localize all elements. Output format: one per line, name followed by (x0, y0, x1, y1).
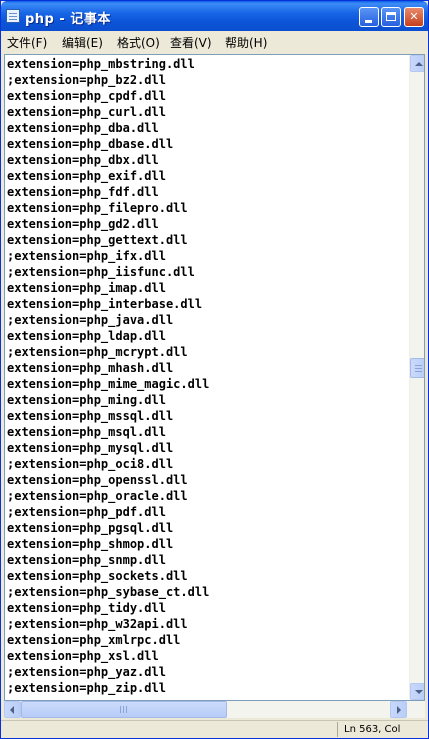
text-line[interactable]: extension=php_xsl.dll (7, 648, 209, 664)
text-line[interactable]: extension=php_gettext.dll (7, 232, 209, 248)
text-line[interactable]: extension=php_sockets.dll (7, 568, 209, 584)
text-line[interactable]: extension=php_shmop.dll (7, 536, 209, 552)
text-line[interactable]: extension=php_cpdf.dll (7, 88, 209, 104)
text-line[interactable]: extension=php_interbase.dll (7, 296, 209, 312)
text-line[interactable]: ;extension=php_sybase_ct.dll (7, 584, 209, 600)
close-icon: ✕ (409, 10, 419, 23)
close-button[interactable]: ✕ (404, 7, 424, 27)
grip-line (415, 371, 422, 372)
title-bar[interactable]: php - 记事本 ✕ (1, 1, 428, 31)
arrow-left-icon (10, 706, 14, 714)
text-line[interactable]: ;extension=php_mcrypt.dll (7, 344, 209, 360)
text-line[interactable]: extension=php_openssl.dll (7, 472, 209, 488)
arrow-up-icon (415, 62, 423, 66)
maximize-icon (386, 12, 396, 21)
text-line[interactable]: extension=php_fdf.dll (7, 184, 209, 200)
maximize-button[interactable] (381, 7, 401, 27)
status-pane-position: Ln 563, Col (337, 722, 426, 737)
window-title: php - 记事本 (25, 12, 111, 27)
text-line[interactable]: extension=php_curl.dll (7, 104, 209, 120)
text-line[interactable]: ;extension=php_zip.dll (7, 680, 209, 696)
cursor-position: Ln 563, Col (344, 724, 401, 735)
text-line[interactable]: extension=php_mbstring.dll (7, 56, 209, 72)
text-line[interactable]: ;extension=php_java.dll (7, 312, 209, 328)
text-line[interactable]: extension=php_ldap.dll (7, 328, 209, 344)
text-editor[interactable]: extension=php_mbstring.dll ;extension=php… (4, 54, 425, 701)
text-line[interactable]: extension=php_dbx.dll (7, 152, 209, 168)
vertical-scroll-thumb[interactable] (410, 358, 424, 378)
minimize-button[interactable] (359, 7, 379, 27)
text-line[interactable]: extension=php_mysql.dll (7, 440, 209, 456)
text-line[interactable]: ;extension=php_w32api.dll (7, 616, 209, 632)
horizontal-scrollbar[interactable] (4, 701, 425, 718)
text-line[interactable]: extension=php_pgsql.dll (7, 520, 209, 536)
arrow-right-icon (397, 706, 401, 714)
text-line[interactable]: extension=php_dba.dll (7, 120, 209, 136)
minimize-icon (365, 20, 372, 23)
grip-line (126, 706, 127, 713)
scroll-left-button[interactable] (4, 701, 21, 718)
text-line[interactable]: extension=php_filepro.dll (7, 200, 209, 216)
text-line[interactable]: extension=php_exif.dll (7, 168, 209, 184)
text-line[interactable]: extension=php_mime_magic.dll (7, 376, 209, 392)
text-line[interactable]: extension=php_snmp.dll (7, 552, 209, 568)
scroll-up-button[interactable] (410, 55, 424, 72)
text-line[interactable]: extension=php_ming.dll (7, 392, 209, 408)
notepad-window: php - 记事本 ✕ 文件(F) 编辑(E) 格式(O) 查看(V) 帮助(H… (0, 0, 429, 739)
grip-line (120, 706, 121, 713)
text-line[interactable]: extension=php_xmlrpc.dll (7, 632, 209, 648)
text-line[interactable]: ;extension=php_bz2.dll (7, 72, 209, 88)
grip-line (415, 368, 422, 369)
grip-line (415, 365, 422, 366)
arrow-down-icon (415, 690, 423, 694)
text-line[interactable]: extension=php_dbase.dll (7, 136, 209, 152)
text-line[interactable]: ;extension=php_oracle.dll (7, 488, 209, 504)
text-line[interactable]: ;extension=php_iisfunc.dll (7, 264, 209, 280)
text-line[interactable]: ;extension=php_ifx.dll (7, 248, 209, 264)
grip-line (123, 706, 124, 713)
menu-format[interactable]: 格式(O) (117, 34, 160, 51)
text-line[interactable]: extension=php_tidy.dll (7, 600, 209, 616)
menu-edit[interactable]: 编辑(E) (62, 34, 103, 51)
scroll-right-button[interactable] (390, 701, 407, 718)
text-line[interactable]: extension=php_msql.dll (7, 424, 209, 440)
text-line[interactable]: ;extension=php_oci8.dll (7, 456, 209, 472)
notepad-icon[interactable] (6, 9, 20, 23)
text-line[interactable]: extension=php_gd2.dll (7, 216, 209, 232)
menu-view[interactable]: 查看(V) (170, 34, 212, 51)
menu-file[interactable]: 文件(F) (7, 34, 47, 51)
editor-text[interactable]: extension=php_mbstring.dll ;extension=php… (7, 56, 209, 696)
menu-bar: 文件(F) 编辑(E) 格式(O) 查看(V) 帮助(H) (1, 31, 428, 53)
menu-help[interactable]: 帮助(H) (225, 34, 267, 51)
horizontal-scroll-thumb[interactable] (21, 701, 227, 718)
text-line[interactable]: extension=php_imap.dll (7, 280, 209, 296)
scroll-down-button[interactable] (410, 683, 424, 700)
vertical-scrollbar[interactable] (409, 55, 424, 700)
text-line[interactable]: extension=php_mhash.dll (7, 360, 209, 376)
status-bar: Ln 563, Col (1, 720, 428, 738)
text-line[interactable]: ;extension=php_yaz.dll (7, 664, 209, 680)
text-line[interactable]: extension=php_mssql.dll (7, 408, 209, 424)
text-line[interactable]: ;extension=php_pdf.dll (7, 504, 209, 520)
